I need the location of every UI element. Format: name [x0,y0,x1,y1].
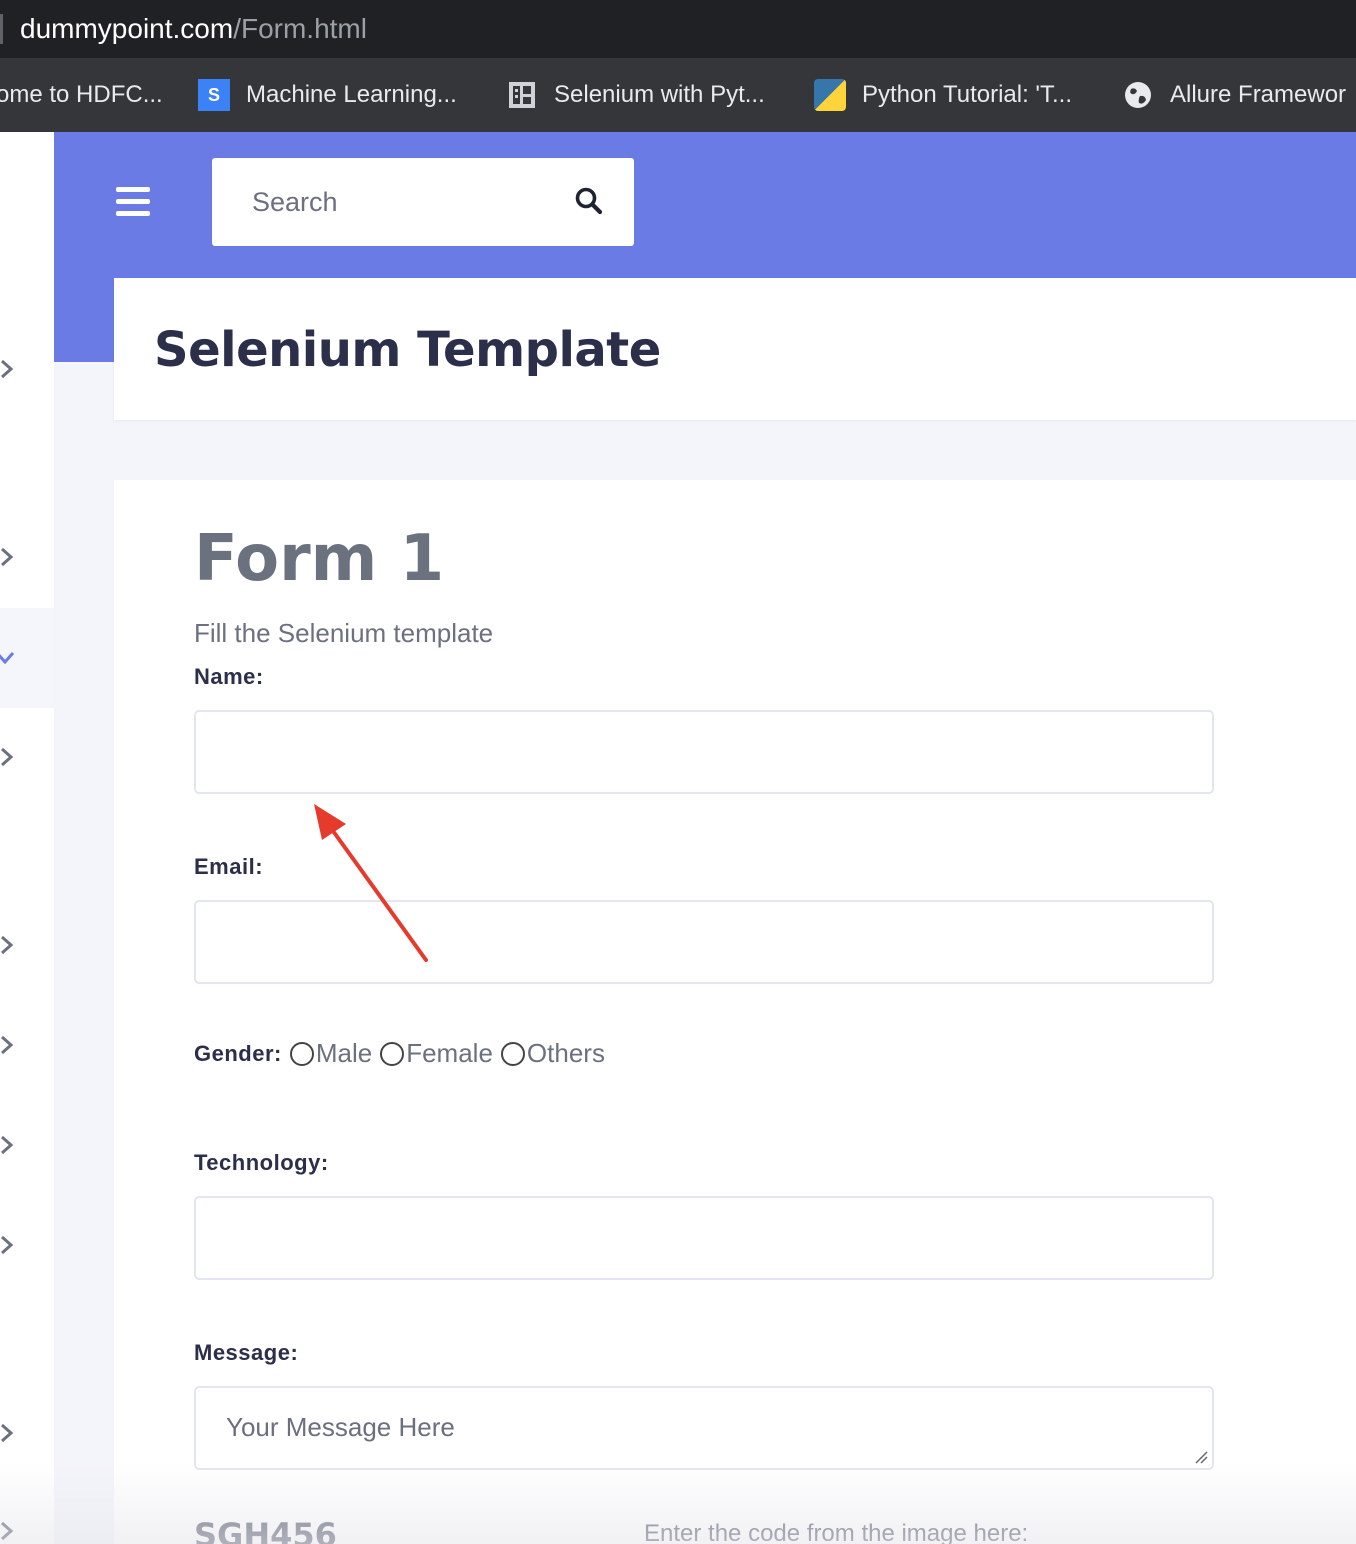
technology-field-wrapper [194,1196,1214,1280]
bookmark-hdfc[interactable]: ome to HDFC... [0,58,163,132]
gender-row: Gender: Male Female Others [194,1038,613,1069]
selenium-icon [506,79,538,111]
chevron-right-icon[interactable] [0,746,16,768]
url-path: /Form.html [233,13,367,44]
sidebar [0,132,54,1544]
chevron-right-icon[interactable] [0,1034,16,1056]
page-content: Selenium Template Form 1 Fill the Seleni… [0,132,1356,1544]
search-input[interactable] [212,158,552,246]
form-subtitle: Fill the Selenium template [194,618,494,648]
search-box [212,158,634,246]
bookmark-label: Machine Learning... [246,81,457,108]
chevron-right-icon[interactable] [0,934,16,956]
globe-icon [1122,79,1154,111]
gender-others-option[interactable]: Others [500,1038,605,1069]
bookmark-machine-learning[interactable]: S Machine Learning... [198,58,457,132]
gender-male-option[interactable]: Male [289,1038,373,1069]
chevron-right-icon[interactable] [0,1234,16,1256]
page-title: Selenium Template [154,322,661,378]
header-extension [54,278,114,362]
hamburger-menu-icon[interactable] [116,187,150,219]
email-field-wrapper [194,900,1214,984]
radio-button[interactable] [289,1041,314,1066]
email-input[interactable] [196,902,1212,982]
message-field-wrapper [194,1386,1214,1470]
chevron-down-icon[interactable] [0,646,16,668]
bookmark-python-tutorial[interactable]: Python Tutorial: 'T... [814,58,1072,132]
chevron-right-icon[interactable] [0,358,16,380]
bookmark-label: Allure Framewor [1170,81,1347,108]
captcha-hint: Enter the code from the image here: [644,1520,1029,1544]
form-title: Form 1 [194,522,445,596]
page-title-card: Selenium Template [114,278,1356,420]
radio-button[interactable] [380,1041,405,1066]
radio-button[interactable] [500,1041,525,1066]
chevron-right-icon[interactable] [0,1134,16,1156]
resize-handle-icon[interactable] [1194,1450,1208,1464]
name-label: Name: [194,664,264,689]
technology-input[interactable] [196,1198,1212,1278]
radio-label: Others [526,1038,605,1068]
url-domain: dummypoint.com [20,13,234,44]
gender-label: Gender: [194,1040,282,1066]
bookmark-label: ome to HDFC... [0,81,163,108]
browser-url-bar[interactable]: dummypoint.com/Form.html [0,0,1356,58]
form-card: Form 1 Fill the Selenium template Name: … [114,480,1356,1544]
email-label: Email: [194,854,264,879]
search-icon[interactable] [574,186,604,216]
bookmark-allure-framework[interactable]: Allure Framewor [1122,58,1346,132]
name-input[interactable] [196,712,1212,792]
python-icon [814,79,846,111]
s-icon: S [198,79,230,111]
bookmark-selenium-with-python[interactable]: Selenium with Pyt... [506,58,765,132]
chevron-right-icon[interactable] [0,1520,16,1542]
captcha-code: SGH456 [194,1516,337,1544]
chevron-right-icon[interactable] [0,546,16,568]
gender-female-option[interactable]: Female [380,1038,493,1069]
message-textarea[interactable] [196,1388,1212,1468]
bookmark-label: Python Tutorial: 'T... [862,81,1073,108]
url-bar-edge [0,14,3,44]
technology-label: Technology: [194,1150,329,1175]
chevron-right-icon[interactable] [0,1422,16,1444]
bookmark-label: Selenium with Pyt... [554,81,765,108]
radio-label: Female [406,1038,493,1068]
message-label: Message: [194,1340,299,1365]
name-field-wrapper [194,710,1214,794]
bookmarks-bar: ome to HDFC... S Machine Learning... Sel… [0,58,1356,132]
radio-label: Male [315,1038,373,1068]
